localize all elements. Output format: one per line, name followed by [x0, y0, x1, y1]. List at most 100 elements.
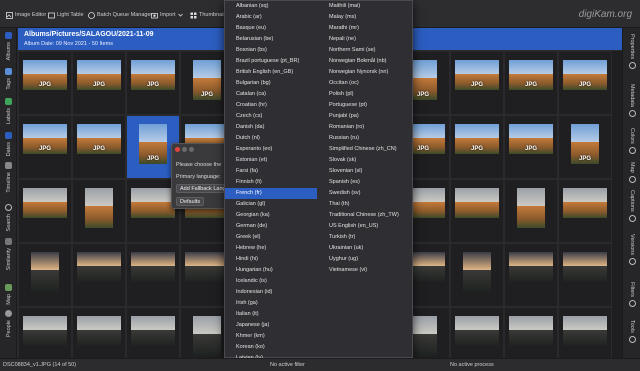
language-menu-item[interactable]: French (fr): [225, 188, 317, 199]
language-menu-item[interactable]: Basque (eu): [225, 23, 317, 34]
tab-tools[interactable]: Tools: [623, 320, 640, 343]
language-menu-item[interactable]: Polish (pl): [318, 89, 410, 100]
language-menu-item[interactable]: Dutch (nl): [225, 133, 317, 144]
thumbnail-cell[interactable]: [504, 307, 558, 358]
language-menu-item[interactable]: Ukrainian (uk): [318, 243, 410, 254]
language-menu-item[interactable]: Nepali (ne): [318, 34, 410, 45]
tab-timeline[interactable]: Timeline: [0, 162, 17, 193]
thumbnail-cell[interactable]: JPG: [72, 51, 126, 115]
batch-queue-button[interactable]: Batch Queue Manager: [88, 10, 152, 20]
import-button[interactable]: Import: [151, 10, 183, 20]
language-menu-item[interactable]: Georgian (ka): [225, 210, 317, 221]
language-menu-item[interactable]: Hindi (hi): [225, 254, 317, 265]
language-menu-item[interactable]: German (de): [225, 221, 317, 232]
thumbnail-cell[interactable]: [72, 179, 126, 243]
thumbnail-cell[interactable]: [450, 307, 504, 358]
thumbnails-button[interactable]: Thumbnails: [190, 10, 227, 20]
language-menu-item[interactable]: Danish (da): [225, 122, 317, 133]
tab-search[interactable]: Search: [0, 204, 17, 231]
thumbnail-cell[interactable]: [18, 243, 72, 307]
thumbnail-cell[interactable]: [18, 179, 72, 243]
tab-properties[interactable]: Properties: [623, 34, 640, 70]
language-menu-item[interactable]: Uyghur (ug): [318, 254, 410, 265]
language-menu-item[interactable]: Czech (cs): [225, 111, 317, 122]
language-menu-item[interactable]: Thai (th): [318, 199, 410, 210]
thumbnail-cell[interactable]: [450, 179, 504, 243]
language-menu-item[interactable]: Bosnian (bs): [225, 45, 317, 56]
thumbnail-cell[interactable]: [558, 179, 612, 243]
language-menu-item[interactable]: Hebrew (he): [225, 243, 317, 254]
language-menu-item[interactable]: Romanian (ro): [318, 122, 410, 133]
thumbnail-cell[interactable]: JPG: [504, 115, 558, 179]
thumbnail-cell[interactable]: [72, 243, 126, 307]
thumbnail-cell[interactable]: JPG: [450, 115, 504, 179]
language-menu-item[interactable]: Korean (ko): [225, 342, 317, 353]
thumbnail-cell[interactable]: JPG: [504, 51, 558, 115]
minimize-window-icon[interactable]: [182, 147, 187, 152]
thumbnail-cell[interactable]: [558, 307, 612, 358]
language-menu-item[interactable]: Galician (gl): [225, 199, 317, 210]
language-menu-item[interactable]: Esperanto (eo): [225, 144, 317, 155]
language-menu-item[interactable]: Catalan (ca): [225, 89, 317, 100]
thumbnail-cell[interactable]: JPG: [18, 115, 72, 179]
thumbnail-cell[interactable]: [504, 179, 558, 243]
image-editor-button[interactable]: Image Editor: [6, 10, 46, 20]
language-menu-item[interactable]: British English (en_GB): [225, 67, 317, 78]
light-table-button[interactable]: Light Table: [48, 10, 84, 20]
language-menu-item[interactable]: Brazil portuguese (pt_BR): [225, 56, 317, 67]
close-window-icon[interactable]: [175, 147, 180, 152]
tab-tags[interactable]: Tags: [0, 68, 17, 90]
thumbnail-cell[interactable]: JPG: [558, 51, 612, 115]
thumbnail-cell[interactable]: JPG: [72, 115, 126, 179]
language-menu-item[interactable]: Albanian (sq): [225, 1, 317, 12]
language-menu-item[interactable]: Northern Sami (se): [318, 45, 410, 56]
language-menu-item[interactable]: Khmer (km): [225, 331, 317, 342]
language-menu-item[interactable]: Bulgarian (bg): [225, 78, 317, 89]
language-menu-item[interactable]: Slovenian (sl): [318, 166, 410, 177]
tab-labels[interactable]: Labels: [0, 98, 17, 124]
thumbnail-cell[interactable]: JPG: [126, 51, 180, 115]
language-menu-item[interactable]: Estonian (et): [225, 155, 317, 166]
tab-captions[interactable]: Captions: [623, 190, 640, 222]
language-menu-item[interactable]: Occitan (oc): [318, 78, 410, 89]
thumbnail-cell[interactable]: JPG: [450, 51, 504, 115]
maximize-window-icon[interactable]: [189, 147, 194, 152]
thumbnail-cell[interactable]: [450, 243, 504, 307]
thumbnail-cell[interactable]: [72, 307, 126, 358]
thumbnail-cell[interactable]: [558, 243, 612, 307]
tab-filters[interactable]: Filters: [623, 282, 640, 307]
language-menu-item[interactable]: Indonesian (id): [225, 287, 317, 298]
language-menu-item[interactable]: Russian (ru): [318, 133, 410, 144]
tab-metadata[interactable]: Metadata: [623, 84, 640, 117]
language-menu-item[interactable]: Marathi (mr): [318, 23, 410, 34]
language-menu-item[interactable]: Swedish (sv): [318, 188, 410, 199]
language-menu-item[interactable]: Norwegian Bokmål (nb): [318, 56, 410, 67]
thumbnail-cell[interactable]: JPG: [18, 51, 72, 115]
thumbnail-cell[interactable]: [504, 243, 558, 307]
tab-people[interactable]: People: [0, 310, 17, 337]
tab-versions[interactable]: Versions: [623, 234, 640, 266]
language-menu-item[interactable]: Punjabi (pa): [318, 111, 410, 122]
language-menu-item[interactable]: Malay (ms): [318, 12, 410, 23]
language-menu-item[interactable]: Traditional Chinese (zh_TW): [318, 210, 410, 221]
language-menu-item[interactable]: Turkish (tr): [318, 232, 410, 243]
language-menu-item[interactable]: Farsi (fa): [225, 166, 317, 177]
language-menu-item[interactable]: US English (en_US): [318, 221, 410, 232]
language-menu-item[interactable]: Slovak (sk): [318, 155, 410, 166]
language-menu-item[interactable]: Japanese (ja): [225, 320, 317, 331]
add-fallback-language-button[interactable]: Add Fallback Lang: [176, 184, 230, 193]
tab-colors[interactable]: Colors: [623, 128, 640, 154]
language-menu-item[interactable]: Italian (it): [225, 309, 317, 320]
tab-map-right[interactable]: Map: [623, 162, 640, 183]
defaults-button[interactable]: Defaults: [176, 197, 205, 206]
tab-similarity[interactable]: Similarity: [0, 238, 17, 270]
language-menu-item[interactable]: Hungarian (hu): [225, 265, 317, 276]
language-menu-item[interactable]: Simplified Chinese (zh_CN): [318, 144, 410, 155]
thumbnail-cell[interactable]: [18, 307, 72, 358]
tab-dates[interactable]: Dates: [0, 132, 17, 156]
thumbnail-cell[interactable]: [126, 307, 180, 358]
tab-albums[interactable]: Albums: [0, 32, 17, 60]
language-menu-item[interactable]: Portuguese (pt): [318, 100, 410, 111]
language-menu-item[interactable]: Norwegian Nynorsk (nn): [318, 67, 410, 78]
language-menu-item[interactable]: Finnish (fi): [225, 177, 317, 188]
